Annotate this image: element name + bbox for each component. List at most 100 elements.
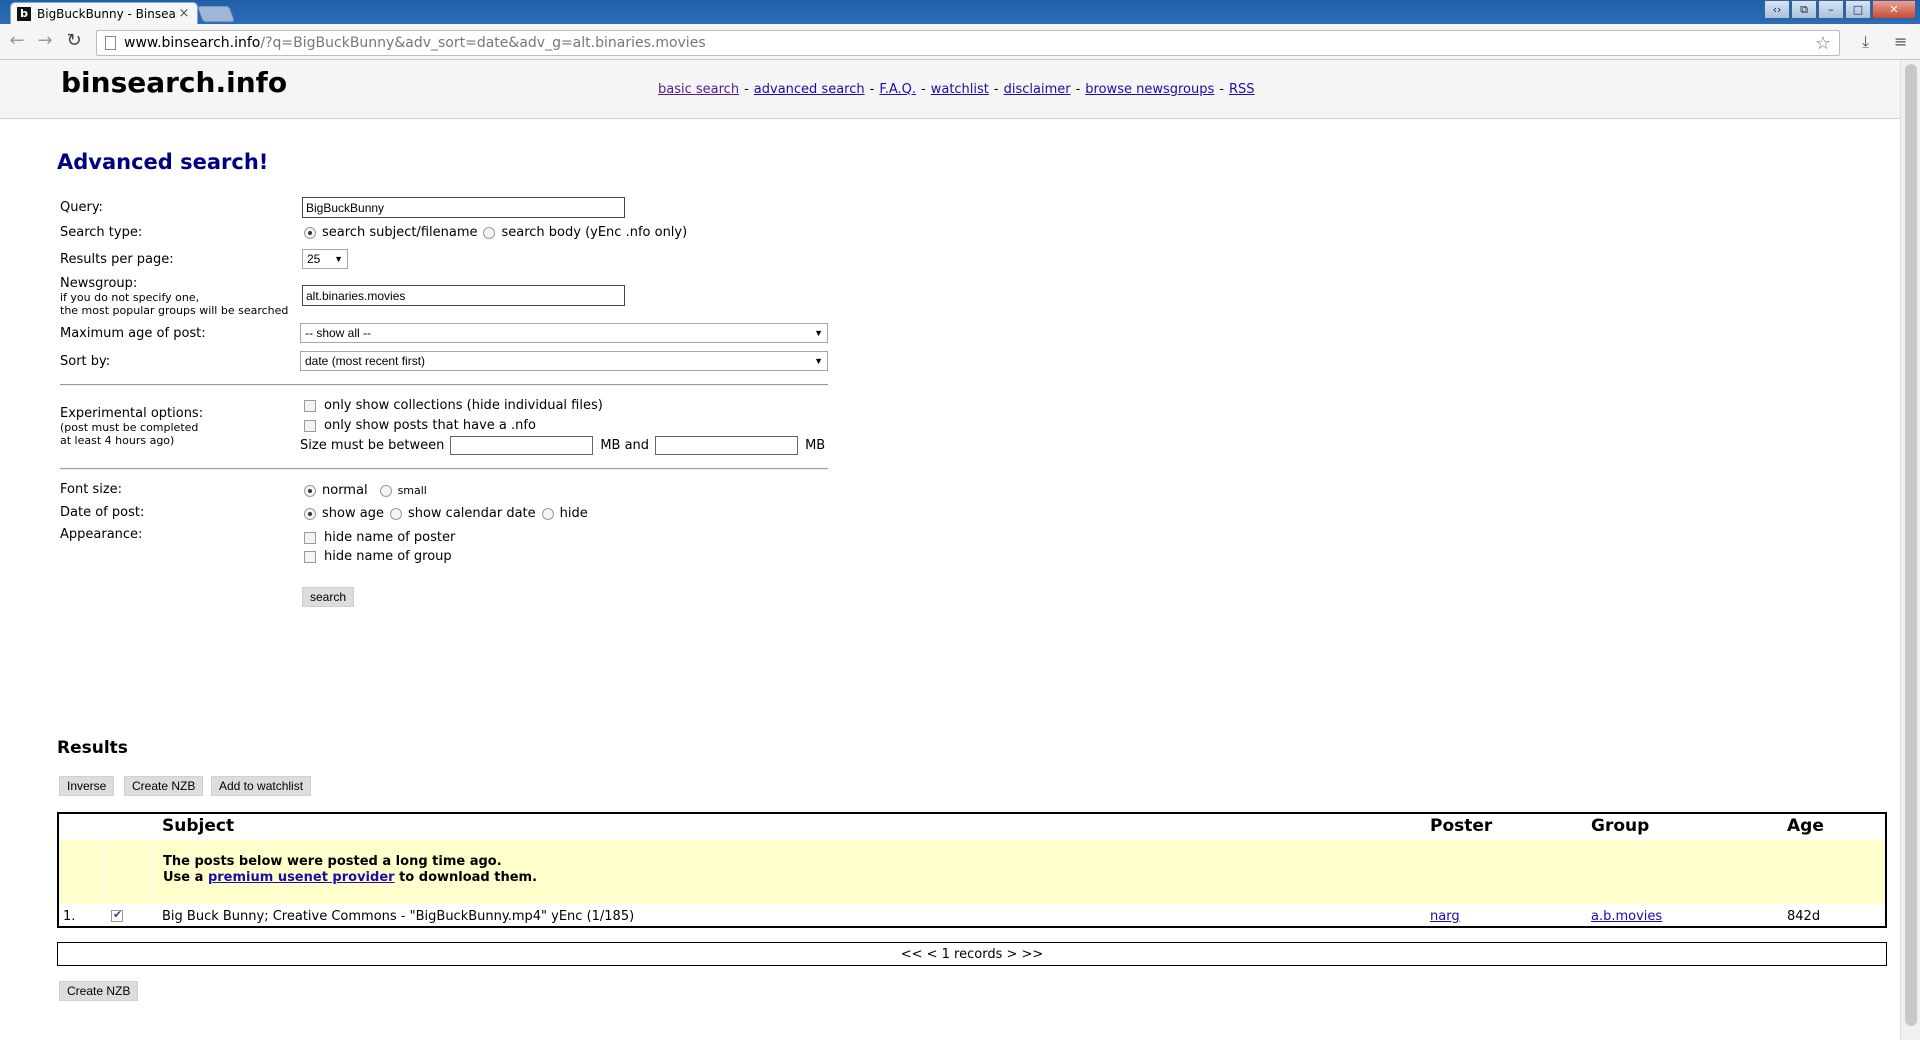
nav-faq[interactable]: F.A.Q. — [879, 82, 916, 97]
font-size-label: Font size: — [60, 482, 123, 497]
show-age-radio[interactable] — [304, 507, 316, 520]
row-group-link[interactable]: a.b.movies — [1591, 909, 1662, 924]
close-window-button[interactable]: ✕ — [1872, 0, 1916, 19]
back-arrow-icon[interactable]: ← — [6, 30, 28, 52]
newsgroup-hint-1: if you do not specify one, — [60, 291, 200, 304]
nav-disclaimer[interactable]: disclaimer — [1004, 82, 1071, 97]
premium-usenet-link[interactable]: premium usenet provider — [208, 870, 395, 885]
row-poster-link[interactable]: narg — [1430, 909, 1460, 924]
size-min-input[interactable] — [450, 436, 594, 455]
only-collections-checkbox[interactable] — [304, 399, 316, 412]
new-tab-button[interactable] — [197, 6, 235, 22]
notice-line-1: The posts below were posted a long time … — [163, 854, 502, 869]
size-max-input[interactable] — [655, 436, 799, 455]
divider — [60, 468, 828, 470]
results-per-page-select[interactable]: 25 ▼ — [302, 249, 348, 269]
experimental-label: Experimental options: (post must be comp… — [60, 406, 203, 447]
site-logo[interactable]: binsearch.info — [61, 66, 287, 99]
size-suffix-label: MB — [805, 438, 826, 453]
column-poster[interactable]: Poster — [1430, 816, 1492, 836]
maximize-button[interactable]: □ — [1845, 0, 1871, 19]
size-prefix-label: Size must be between — [300, 438, 445, 453]
url-path: /?q=BigBuckBunny&adv_sort=date&adv_g=alt… — [260, 35, 706, 51]
site-favicon-icon: b — [17, 6, 31, 21]
download-icon[interactable]: ⤓ — [1862, 32, 1869, 52]
inverse-button[interactable]: Inverse — [59, 776, 115, 796]
hide-date-radio[interactable] — [541, 507, 554, 520]
row-age: 842d — [1787, 909, 1821, 924]
row-select-checkbox[interactable] — [111, 908, 123, 922]
nav-advanced-search[interactable]: advanced search — [754, 82, 865, 97]
dropdown-arrow-icon: ▼ — [814, 328, 823, 338]
date-of-post-label: Date of post: — [60, 505, 145, 520]
column-subject[interactable]: Subject — [162, 816, 234, 836]
column-divider — [153, 840, 154, 904]
column-age[interactable]: Age — [1787, 816, 1824, 836]
font-small-radio[interactable] — [379, 484, 392, 497]
newsgroup-input[interactable]: alt.binaries.movies — [302, 285, 625, 306]
results-heading: Results — [57, 738, 128, 758]
page-icon — [105, 36, 116, 50]
nav-basic-search[interactable]: basic search — [658, 82, 739, 97]
address-bar[interactable]: www.binsearch.info/?q=BigBuckBunny&adv_s… — [96, 30, 1840, 56]
window-switch-icon[interactable]: ⧉ — [1791, 0, 1817, 19]
site-header: binsearch.info basic search - advanced sea… — [0, 60, 1900, 119]
font-normal-radio[interactable] — [304, 484, 316, 497]
create-nzb-button[interactable]: Create NZB — [124, 776, 204, 796]
hide-date-label: hide — [559, 506, 588, 521]
show-calendar-date-label: show calendar date — [407, 506, 536, 521]
newsgroup-label-text: Newsgroup: — [60, 276, 138, 291]
dropdown-arrow-icon: ▼ — [334, 254, 343, 264]
only-nfo-label: only show posts that have a .nfo — [324, 418, 536, 433]
show-age-label: show age — [322, 506, 384, 521]
hide-poster-label: hide name of poster — [324, 530, 456, 545]
dev-tools-icon[interactable]: ‹› — [1764, 0, 1790, 19]
bookmark-star-icon[interactable]: ☆ — [1815, 33, 1831, 54]
newsgroup-hint-2: the most popular groups will be searched — [60, 304, 289, 317]
forward-arrow-icon[interactable]: → — [34, 30, 56, 52]
nav-separator: - — [993, 82, 999, 97]
add-to-watchlist-button[interactable]: Add to watchlist — [211, 776, 312, 796]
only-collections-label: only show collections (hide individual f… — [324, 398, 603, 413]
hide-group-checkbox[interactable] — [304, 550, 316, 563]
appearance-label: Appearance: — [60, 527, 143, 542]
menu-icon[interactable]: ≡ — [1894, 32, 1907, 51]
hide-poster-checkbox[interactable] — [304, 531, 316, 544]
old-posts-notice: The posts below were posted a long time … — [59, 840, 1885, 904]
scrollbar-thumb[interactable] — [1905, 64, 1917, 1026]
browser-tab[interactable]: b BigBuckBunny - Binsearch × — [10, 2, 198, 24]
results-table: Subject Poster Group Age The posts below… — [57, 812, 1887, 928]
tab-title: BigBuckBunny - Binsearch — [37, 6, 177, 21]
nav-browse-newsgroups[interactable]: browse newsgroups — [1085, 82, 1214, 97]
search-button[interactable]: search — [302, 587, 355, 607]
reload-icon[interactable]: ↻ — [63, 30, 85, 52]
nav-separator: - — [869, 82, 875, 97]
search-subject-option-label: search subject/filename — [322, 225, 478, 240]
table-row: 1. Big Buck Bunny; Creative Commons - "B… — [59, 906, 1885, 928]
results-per-page-value: 25 — [307, 252, 321, 266]
column-group[interactable]: Group — [1591, 816, 1649, 836]
max-age-select[interactable]: -- show all -- ▼ — [300, 323, 828, 343]
tab-close-icon[interactable]: × — [177, 6, 191, 21]
nav-rss[interactable]: RSS — [1229, 82, 1255, 97]
experimental-hint-2: at least 4 hours ago) — [60, 434, 175, 447]
sort-by-select[interactable]: date (most recent first) ▼ — [300, 351, 828, 371]
browser-toolbar: ← → ↻ www.binsearch.info/?q=BigBuckBunny… — [0, 24, 1920, 60]
sort-by-label: Sort by: — [60, 354, 111, 369]
experimental-label-text: Experimental options: — [60, 406, 204, 421]
page-scrollbar[interactable] — [1900, 60, 1920, 1040]
sort-by-value: date (most recent first) — [305, 354, 426, 368]
nav-separator: - — [744, 82, 749, 97]
show-calendar-date-radio[interactable] — [389, 507, 402, 520]
query-input[interactable]: BigBuckBunny — [302, 197, 625, 218]
notice-prefix: Use a — [163, 870, 204, 885]
only-nfo-checkbox[interactable] — [304, 419, 316, 432]
size-mid-label: MB and — [600, 438, 650, 453]
minimize-button[interactable]: – — [1818, 0, 1844, 19]
url-domain: www.binsearch.info — [124, 35, 261, 51]
nav-watchlist[interactable]: watchlist — [931, 82, 989, 97]
search-subject-radio[interactable] — [304, 226, 316, 239]
create-nzb-bottom-button[interactable]: Create NZB — [59, 981, 139, 1001]
pagination[interactable]: << < 1 records > >> — [57, 942, 1887, 966]
search-body-radio[interactable] — [483, 226, 496, 239]
